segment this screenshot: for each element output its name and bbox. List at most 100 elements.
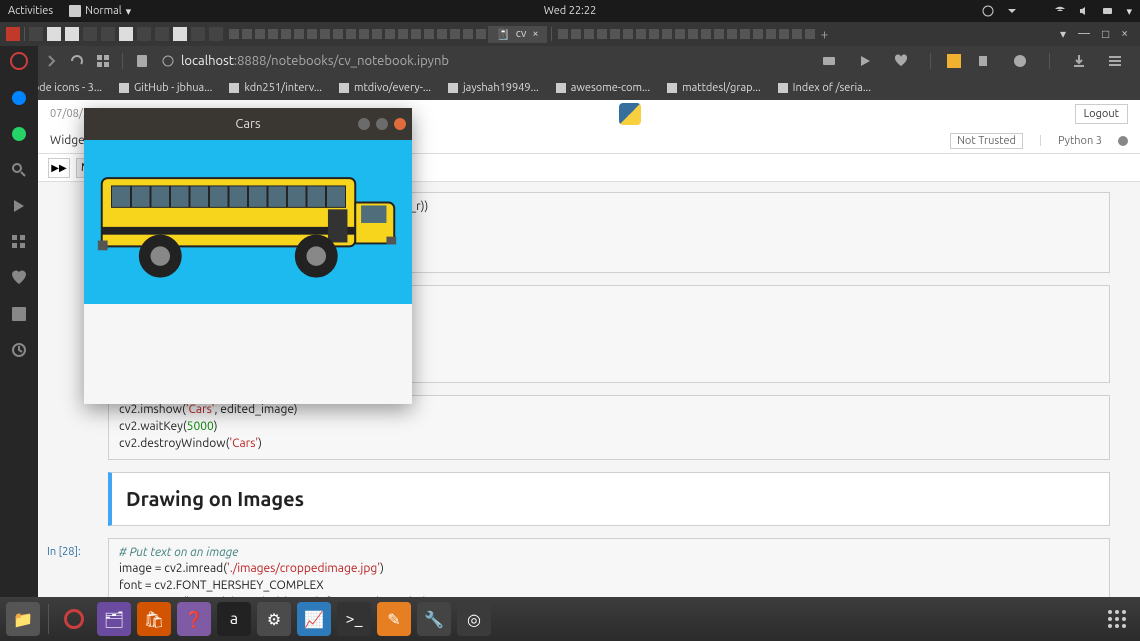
speed-dial-icon[interactable] [96, 54, 110, 68]
page-icon [555, 82, 567, 94]
bookmark-item[interactable]: Index of /seria... [777, 82, 871, 94]
page-icon [666, 82, 678, 94]
pinned-tab[interactable] [65, 27, 79, 41]
close-icon[interactable]: × [532, 28, 538, 40]
jupyter-icon: 📓 [496, 28, 510, 41]
bookmark-item[interactable]: kdn251/interv... [228, 82, 322, 94]
url-field[interactable]: localhost:8888/notebooks/cv_notebook.ipy… [181, 54, 449, 68]
chevron-down-icon [1006, 5, 1018, 17]
bookmark-item[interactable]: mattdesl/grap... [666, 82, 761, 94]
volume-icon [1078, 5, 1090, 17]
workspace-label: Normal [85, 5, 122, 17]
markdown-cell[interactable]: Drawing on Images [108, 472, 1110, 526]
apps-icon[interactable] [11, 234, 27, 250]
bookmark-item[interactable]: jayshah19949... [447, 82, 539, 94]
dock-app-terminal[interactable]: >_ [337, 602, 371, 636]
news-icon[interactable] [11, 306, 27, 322]
opera-sidebar [0, 46, 38, 597]
page-icon [777, 82, 789, 94]
pinned-tab[interactable] [191, 27, 205, 41]
opera-logo-icon[interactable] [10, 52, 28, 70]
page-icon [118, 82, 130, 94]
dock-app-sublime[interactable]: ✎ [377, 602, 411, 636]
dock-app-amazon[interactable]: a [217, 602, 251, 636]
heart-icon[interactable] [894, 54, 908, 68]
pinned-tab[interactable] [101, 27, 115, 41]
close-icon[interactable]: × [1121, 27, 1128, 41]
whatsapp-icon[interactable] [11, 126, 27, 142]
menu-icon[interactable] [1108, 54, 1122, 68]
pinned-tab[interactable] [6, 27, 20, 41]
show-apps-button[interactable] [1108, 610, 1126, 628]
address-bar: localhost:8888/notebooks/cv_notebook.ipy… [0, 46, 1140, 76]
heart-icon[interactable] [11, 270, 27, 286]
run-all-button[interactable]: ▶▶ [48, 158, 70, 178]
trust-button[interactable]: Not Trusted [950, 133, 1023, 149]
code-cell[interactable]: In [28]: # Put text on an image image = … [108, 538, 1110, 597]
bookmark-item[interactable]: mtdivo/every-... [338, 82, 431, 94]
clock[interactable]: Wed 22:22 [544, 5, 597, 17]
pinned-tab[interactable] [83, 27, 97, 41]
globe-icon [161, 54, 175, 68]
image-viewport [84, 140, 412, 304]
play-icon[interactable] [858, 54, 872, 68]
dock-app-software[interactable]: 🛍 [137, 602, 171, 636]
messenger-icon[interactable] [11, 90, 27, 106]
camera-icon[interactable] [822, 54, 836, 68]
dock-app-files[interactable]: 📁 [6, 602, 40, 636]
play-icon[interactable] [11, 198, 27, 214]
dock-app-help[interactable]: ❓ [177, 602, 211, 636]
cell-prompt: In [28]: [47, 545, 81, 560]
dock-app-opera[interactable] [57, 602, 91, 636]
pinned-tab[interactable] [137, 27, 151, 41]
browser-chrome: 📓 cv × + ▾ — □ × localhost:8888/notebook… [0, 22, 1140, 100]
dock-app-generic[interactable]: ◎ [457, 602, 491, 636]
minimize-icon[interactable]: — [1078, 27, 1090, 41]
pinned-tab[interactable] [209, 27, 223, 41]
section-heading: Drawing on Images [122, 479, 1099, 519]
accessibility-icon [982, 5, 994, 17]
logout-button[interactable]: Logout [1075, 104, 1128, 124]
maximize-icon[interactable]: □ [1102, 27, 1109, 41]
maximize-icon[interactable] [376, 118, 388, 130]
window-titlebar[interactable]: Cars [84, 108, 412, 140]
pinned-tabs-group [558, 29, 815, 39]
copy-icon[interactable] [977, 54, 991, 68]
search-icon[interactable] [11, 162, 27, 178]
page-icon [135, 54, 149, 68]
battery-icon [1102, 5, 1114, 17]
pinned-tab[interactable] [29, 27, 43, 41]
chevron-down-icon: ▾ [126, 5, 132, 18]
pinned-tab[interactable] [119, 27, 133, 41]
tab-strip: 📓 cv × + ▾ — □ × [0, 22, 1140, 46]
profile-icon[interactable] [1013, 54, 1027, 68]
pinned-tab[interactable] [155, 27, 169, 41]
dock-app-monitor[interactable]: 📈 [297, 602, 331, 636]
code-cell[interactable]: cv2.imshow('Cars', edited_image) cv2.wai… [108, 395, 1110, 459]
minimize-icon[interactable] [358, 118, 370, 130]
workspace-indicator[interactable]: Normal ▾ [69, 5, 131, 18]
history-icon[interactable] [11, 342, 27, 358]
new-tab-button[interactable]: + [821, 26, 829, 42]
pinned-tab[interactable] [47, 27, 61, 41]
forward-icon[interactable] [44, 54, 58, 68]
close-icon[interactable] [394, 118, 406, 130]
dock-app-settings[interactable]: ⚙ [257, 602, 291, 636]
dock-app-files[interactable]: 🗂 [97, 602, 131, 636]
opencv-window[interactable]: Cars [84, 108, 412, 404]
dock-app-tools[interactable]: 🔧 [417, 602, 451, 636]
system-tray[interactable]: ▾ [982, 5, 1132, 18]
bookmark-item[interactable]: awesome-com... [555, 82, 650, 94]
kernel-name[interactable]: Python 3 [1058, 135, 1102, 147]
extension-icon[interactable] [947, 54, 961, 68]
download-icon[interactable] [1072, 54, 1086, 68]
activities-button[interactable]: Activities [8, 5, 53, 17]
active-tab[interactable]: 📓 cv × [488, 26, 547, 43]
bookmark-item[interactable]: GitHub - jbhua... [118, 82, 212, 94]
school-bus-image [92, 148, 404, 296]
pinned-tab[interactable] [173, 27, 187, 41]
reload-icon[interactable] [70, 54, 84, 68]
url-path: :8888/notebooks/cv_notebook.ipynb [234, 54, 449, 68]
tab-menu-icon[interactable]: ▾ [1060, 27, 1066, 41]
python-logo-icon [619, 103, 641, 125]
